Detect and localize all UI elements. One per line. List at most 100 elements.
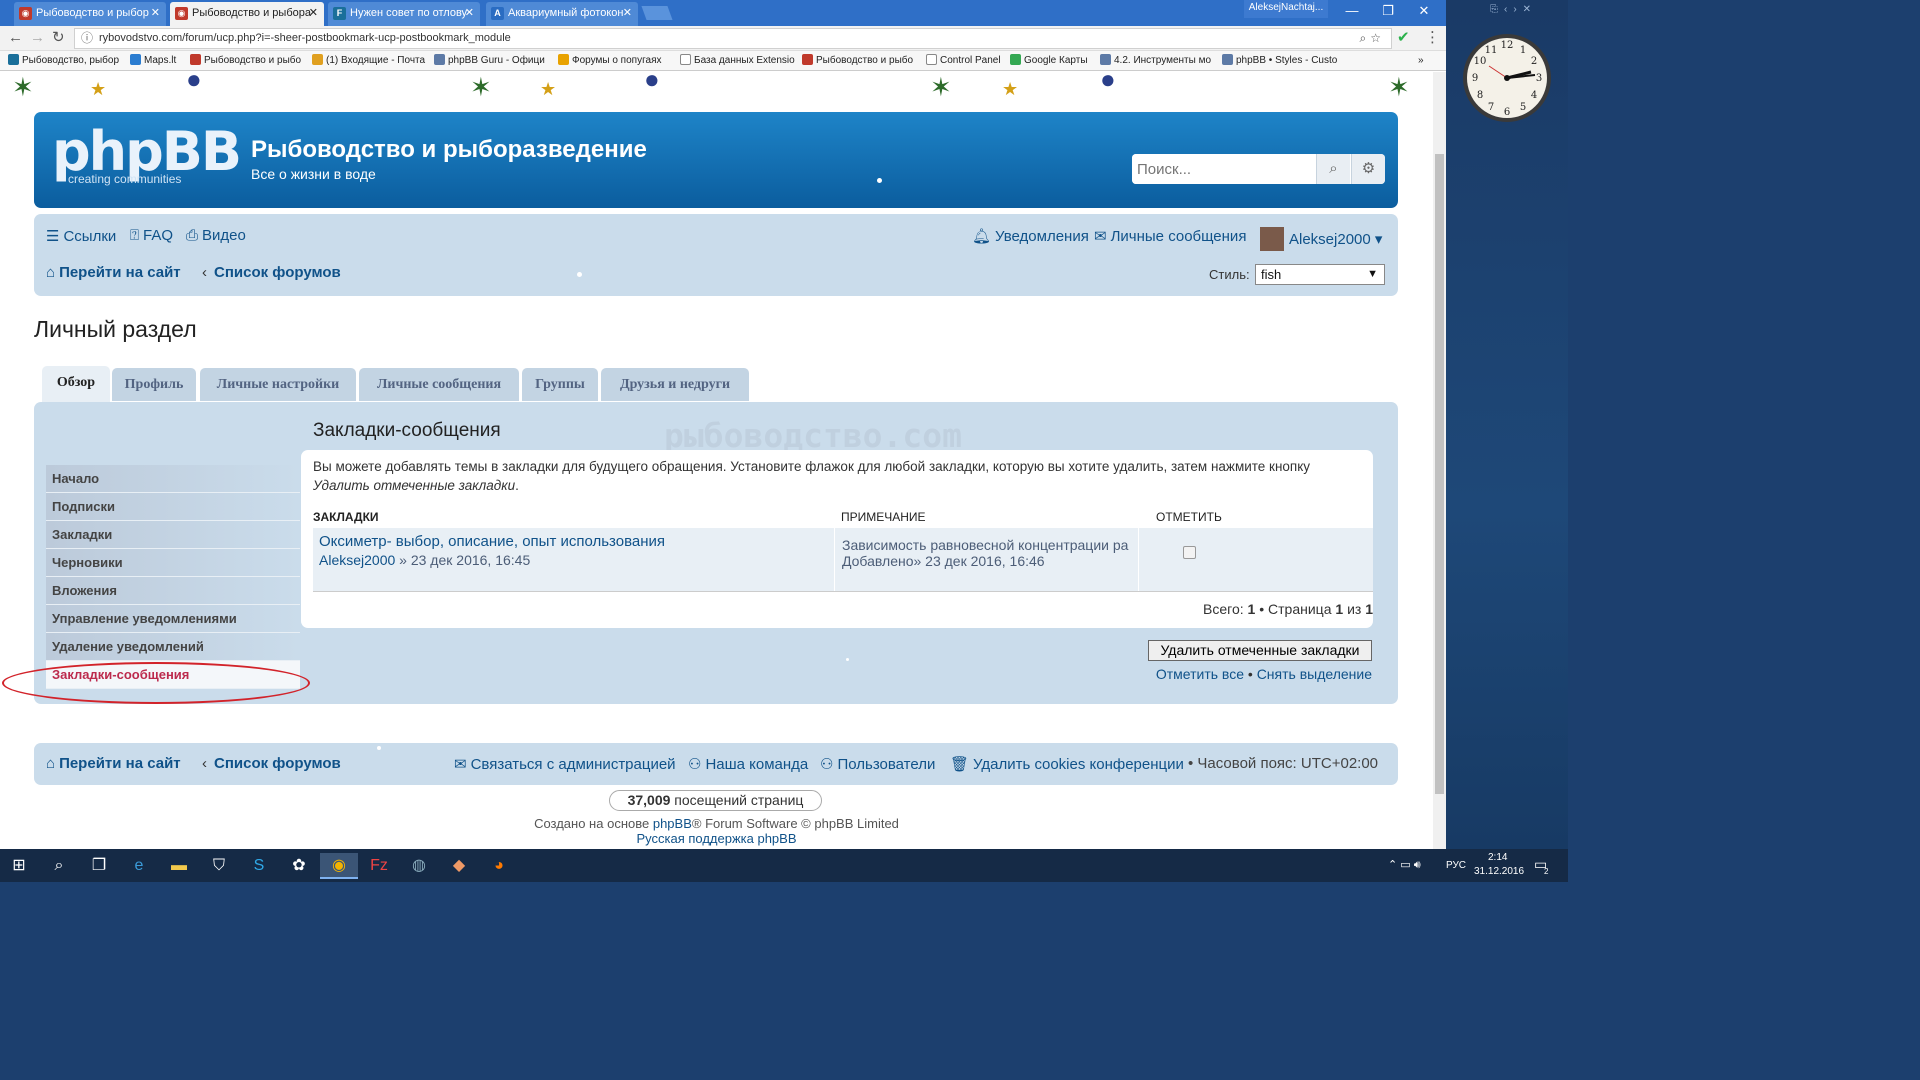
style-select[interactable]: fish ▼	[1255, 264, 1385, 285]
site-title[interactable]: Рыбоводство и рыборазведение	[251, 136, 647, 164]
sidebar-item-attachments[interactable]: Вложения	[46, 577, 300, 605]
page-scrollbar[interactable]	[1433, 72, 1446, 849]
store-icon[interactable]: ⛉	[200, 853, 238, 879]
url-bar[interactable]: ⓘ rybovodstvo.com/forum/ucp.php?i=-sheer…	[74, 28, 1392, 49]
scrollbar-thumb[interactable]	[1435, 154, 1444, 794]
edge-browser-icon[interactable]: e	[120, 853, 158, 879]
app-icon[interactable]: ◍	[400, 853, 438, 879]
file-explorer-icon[interactable]: ▬	[160, 853, 198, 879]
contact-admin-link[interactable]: ✉ Связаться с администрацией	[454, 755, 676, 773]
bookmark-item[interactable]: Google Карты	[1010, 54, 1088, 68]
bookmark-item[interactable]: Control Panel	[926, 54, 1001, 68]
forward-icon[interactable]: →	[30, 29, 45, 47]
footer-go-to-site-link[interactable]: ⌂ Перейти на сайт	[46, 755, 181, 772]
browser-profile-name[interactable]: AleksejNachtaj...	[1244, 0, 1328, 18]
go-to-site-link[interactable]: ⌂ Перейти на сайт	[46, 264, 181, 281]
tab-profile[interactable]: Профиль	[112, 368, 196, 401]
quick-links-menu[interactable]: ☰ Ссылки	[46, 227, 116, 245]
close-tab-icon[interactable]: ✕	[151, 2, 160, 24]
phpbb-link[interactable]: phpBB	[653, 816, 692, 831]
reload-icon[interactable]: ↻	[52, 29, 65, 47]
bookmark-checkbox[interactable]	[1183, 546, 1196, 559]
close-tab-icon[interactable]: ✕	[309, 2, 318, 24]
skype-icon[interactable]: S	[240, 853, 278, 879]
minimize-icon[interactable]: —	[1334, 0, 1370, 22]
search-icon[interactable]: ⌕	[1316, 154, 1350, 184]
sidebar-item-subscriptions[interactable]: Подписки	[46, 493, 300, 521]
board-index-link[interactable]: Список форумов	[214, 264, 341, 281]
mark-all-link[interactable]: Отметить все	[1156, 666, 1244, 682]
private-messages-link[interactable]: ✉ Личные сообщения	[1094, 227, 1246, 245]
tab-groups[interactable]: Группы	[522, 368, 598, 401]
ball-ornament-icon: ●	[186, 72, 202, 94]
tab-preferences[interactable]: Личные настройки	[200, 368, 356, 401]
search-input[interactable]	[1132, 154, 1316, 184]
unmark-all-link[interactable]: Снять выделение	[1257, 666, 1372, 682]
bookmark-item[interactable]: Рыбоводство и рыбо	[190, 54, 301, 68]
browser-tab-2[interactable]: ◉ Рыбоводство и рыбора ✕	[170, 2, 324, 26]
page-info-icon[interactable]: ⓘ	[81, 29, 93, 48]
team-link[interactable]: ⚇ Наша команда	[688, 755, 808, 773]
russian-support-link[interactable]: Русская поддержка phpBB	[636, 831, 796, 846]
chrome-icon[interactable]: ◉	[320, 853, 358, 879]
video-link[interactable]: ⎙ Видео	[186, 227, 246, 244]
filezilla-icon[interactable]: Fz	[360, 853, 398, 879]
sidebar-item-notification-options[interactable]: Управление уведомлениями	[46, 605, 300, 633]
back-icon[interactable]: ←	[8, 29, 23, 47]
bookmarks-overflow-icon[interactable]: »	[1418, 54, 1424, 68]
bookmark-item[interactable]: phpBB • Styles - Custo	[1222, 54, 1337, 68]
user-menu[interactable]: Aleksej2000 ▾	[1260, 227, 1382, 251]
members-link[interactable]: ⚇ Пользователи	[820, 755, 935, 773]
close-window-icon[interactable]: ✕	[1406, 0, 1442, 22]
app-icon[interactable]: ◆	[440, 853, 478, 879]
tray-icons[interactable]: ⌃ ▭ 🔊︎	[1388, 858, 1421, 872]
footer-board-index-link[interactable]: Список форумов	[214, 755, 341, 772]
close-tab-icon[interactable]: ✕	[623, 2, 632, 24]
tab-overview[interactable]: Обзор	[42, 366, 110, 402]
bookmark-item[interactable]: 4.2. Инструменты мо	[1100, 54, 1211, 68]
bookmark-item[interactable]: Форумы о попугаях	[558, 54, 661, 68]
delete-cookies-link[interactable]: 🗑︎ Удалить cookies конференции	[950, 755, 1184, 773]
faq-link[interactable]: ⍰ FAQ	[130, 227, 173, 244]
bookmark-topic-link[interactable]: Оксиметр- выбор, описание, опыт использо…	[319, 533, 665, 550]
notifications-link[interactable]: 🔔︎ Уведомления	[972, 227, 1089, 245]
ball-ornament-icon: ●	[644, 72, 660, 94]
tab-private-messages[interactable]: Личные сообщения	[359, 368, 519, 401]
close-tab-icon[interactable]: ✕	[465, 2, 474, 24]
tray-time[interactable]: 2:14	[1488, 852, 1507, 863]
bookmark-item[interactable]: Рыбоводство, рыбор	[8, 54, 119, 68]
browser-tab-1[interactable]: ◉ Рыбоводство и рыбор ✕	[14, 2, 166, 26]
task-view-icon[interactable]: ❐	[80, 853, 118, 879]
tab-friends-foes[interactable]: Друзья и недруги	[601, 368, 749, 401]
svg-text:9: 9	[1472, 73, 1478, 84]
forum-icon	[8, 54, 19, 65]
gear-icon[interactable]: ⚙	[1351, 154, 1385, 184]
author-link[interactable]: Aleksej2000	[319, 552, 395, 568]
firefox-icon[interactable]: ◕	[480, 853, 518, 879]
windows-start-icon[interactable]: ⊞	[0, 853, 38, 879]
tray-date[interactable]: 31.12.2016	[1474, 866, 1524, 877]
delete-marked-button[interactable]: Удалить отмеченные закладки	[1148, 640, 1372, 661]
search-icon[interactable]: ⌕	[40, 853, 78, 879]
bookmark-item[interactable]: Maps.lt	[130, 54, 176, 68]
zoom-star-icons[interactable]: ⌕☆	[1360, 29, 1385, 48]
new-tab-button[interactable]	[641, 6, 673, 20]
maximize-icon[interactable]: ❐	[1370, 0, 1406, 22]
browser-tab-4[interactable]: A Аквариумный фотокон ✕	[486, 2, 638, 26]
bookmark-item[interactable]: (1) Входящие - Почта	[312, 54, 425, 68]
language-indicator[interactable]: РУС	[1446, 860, 1466, 871]
sidebar-item-delete-notifications[interactable]: Удаление уведомлений	[46, 633, 300, 661]
sidebar-item-front[interactable]: Начало	[46, 465, 300, 493]
sidebar-item-bookmarks[interactable]: Закладки	[46, 521, 300, 549]
app-icon[interactable]: ✿	[280, 853, 318, 879]
browser-tab-3[interactable]: F Нужен совет по отлову ✕	[328, 2, 480, 26]
bookmark-item[interactable]: Рыбоводство и рыбо	[802, 54, 913, 68]
browser-menu-icon[interactable]: ⋮	[1425, 29, 1440, 47]
extension-check-icon[interactable]: ✔	[1397, 29, 1410, 47]
sidebar-item-drafts[interactable]: Черновики	[46, 549, 300, 577]
phpbb-logo[interactable]: phpBB creating communities	[52, 124, 242, 187]
bookmark-item[interactable]: phpBB Guru - Офици	[434, 54, 545, 68]
bookmark-item[interactable]: База данных Extensio	[680, 54, 795, 68]
svg-text:1: 1	[1520, 45, 1526, 56]
forum-icon	[802, 54, 813, 65]
